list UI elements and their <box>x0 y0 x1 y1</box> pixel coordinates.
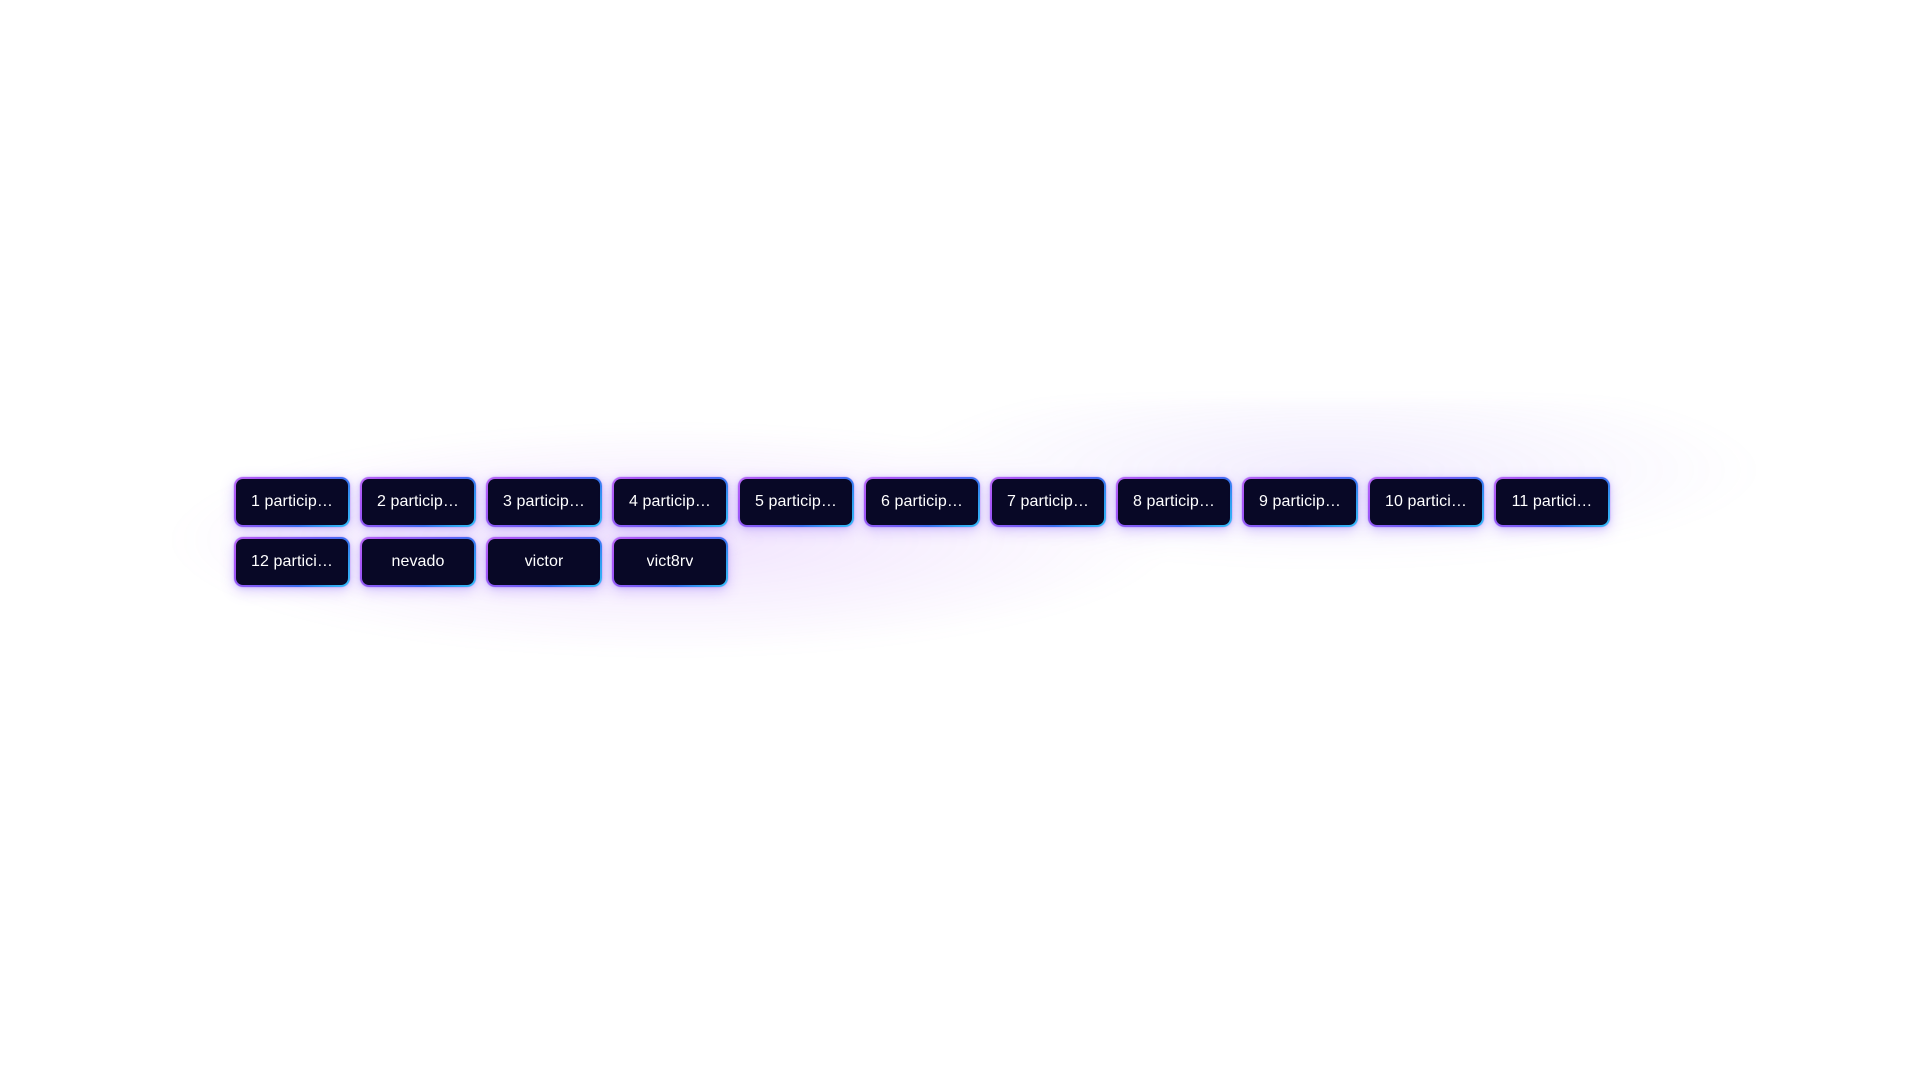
participant-chip[interactable]: 5 particip… <box>738 477 854 527</box>
participant-chip[interactable]: victor <box>486 537 602 587</box>
participant-chip-label: 5 particip… <box>754 494 838 510</box>
participant-chip-surface: victor <box>488 539 600 585</box>
participant-chip-surface: vict8rv <box>614 539 726 585</box>
participant-chip-surface: 6 particip… <box>866 479 978 525</box>
participant-chip-label: 8 particip… <box>1132 494 1216 510</box>
participant-chip-list: 1 particip… 2 particip… 3 particip… 4 parti… <box>234 477 1694 587</box>
participant-chip-label: 6 particip… <box>880 494 964 510</box>
participant-chip-label: victor <box>524 554 564 570</box>
participant-chip-container: 1 particip… 2 particip… 3 particip… 4 parti… <box>234 477 1694 587</box>
participant-chip-label: 11 partici… <box>1511 494 1593 510</box>
participant-chip[interactable]: 2 particip… <box>360 477 476 527</box>
participant-chip-label: 3 particip… <box>502 494 586 510</box>
participant-chip-surface: 9 particip… <box>1244 479 1356 525</box>
participant-chip-label: 10 partici… <box>1384 494 1468 510</box>
participant-chip-label: 1 particip… <box>250 494 334 510</box>
participant-chip[interactable]: 6 particip… <box>864 477 980 527</box>
participant-chip[interactable]: 1 particip… <box>234 477 350 527</box>
participant-chip-label: 9 particip… <box>1258 494 1342 510</box>
participant-chip-label: vict8rv <box>646 554 694 570</box>
participant-chip[interactable]: 4 particip… <box>612 477 728 527</box>
participant-chip-surface: 1 particip… <box>236 479 348 525</box>
participant-chip-surface: 8 particip… <box>1118 479 1230 525</box>
participant-chip[interactable]: vict8rv <box>612 537 728 587</box>
participant-chip-surface: 5 particip… <box>740 479 852 525</box>
participant-chip-surface: 11 partici… <box>1496 479 1608 525</box>
participant-chip[interactable]: 9 particip… <box>1242 477 1358 527</box>
participant-chip[interactable]: 10 partici… <box>1368 477 1484 527</box>
participant-chip[interactable]: 7 particip… <box>990 477 1106 527</box>
participant-chip[interactable]: 3 particip… <box>486 477 602 527</box>
participant-chip-surface: nevado <box>362 539 474 585</box>
participant-chip-label: 2 particip… <box>376 494 460 510</box>
participant-chip-surface: 7 particip… <box>992 479 1104 525</box>
participant-chip[interactable]: nevado <box>360 537 476 587</box>
page-stage: 1 particip… 2 particip… 3 particip… 4 parti… <box>0 0 1920 1080</box>
participant-chip[interactable]: 12 partici… <box>234 537 350 587</box>
participant-chip-surface: 3 particip… <box>488 479 600 525</box>
participant-chip[interactable]: 11 partici… <box>1494 477 1610 527</box>
participant-chip-label: nevado <box>391 554 445 570</box>
participant-chip-label: 4 particip… <box>628 494 712 510</box>
participant-chip-label: 7 particip… <box>1006 494 1090 510</box>
participant-chip-surface: 12 partici… <box>236 539 348 585</box>
participant-chip-surface: 2 particip… <box>362 479 474 525</box>
participant-chip-surface: 10 partici… <box>1370 479 1482 525</box>
participant-chip[interactable]: 8 particip… <box>1116 477 1232 527</box>
participant-chip-surface: 4 particip… <box>614 479 726 525</box>
participant-chip-label: 12 partici… <box>250 554 334 570</box>
